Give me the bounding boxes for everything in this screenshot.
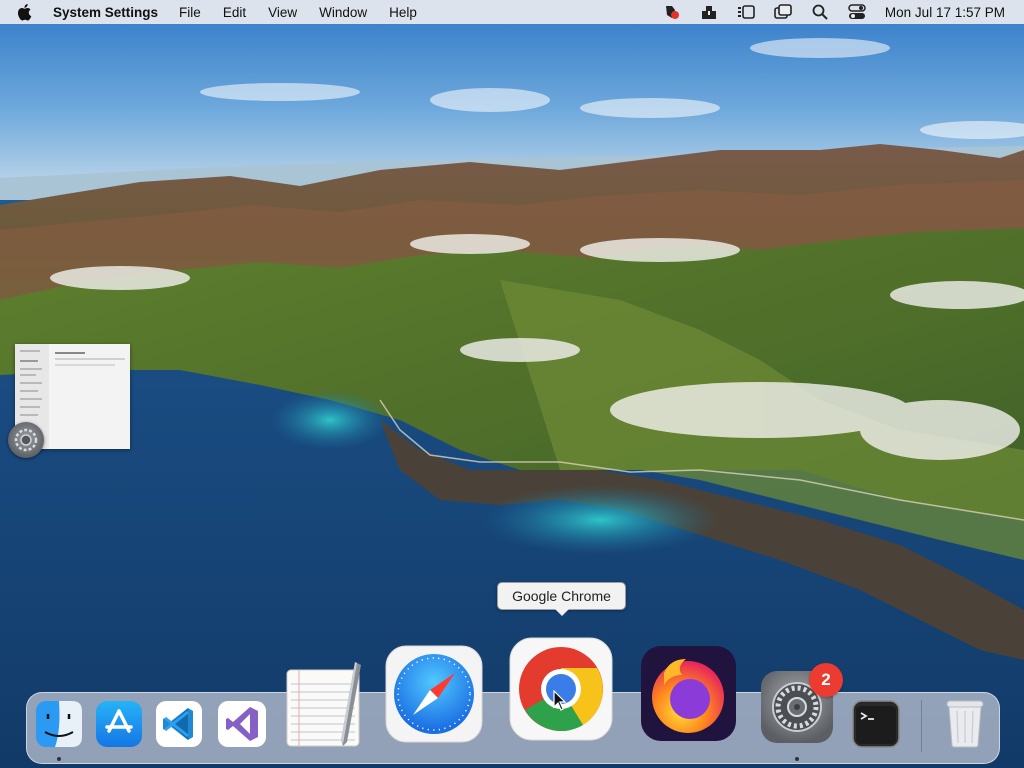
finder-running-indicator — [57, 757, 61, 761]
textedit-icon[interactable] — [285, 660, 363, 748]
system-settings-thumbnail-app-icon — [8, 422, 44, 458]
screen-record-icon[interactable] — [663, 3, 681, 21]
vscode-icon[interactable] — [155, 700, 203, 748]
menu-view[interactable]: View — [268, 5, 297, 20]
menu-file[interactable]: File — [179, 5, 201, 20]
menu-help[interactable]: Help — [389, 5, 417, 20]
safari-icon[interactable] — [385, 645, 483, 743]
trash-icon[interactable] — [943, 697, 987, 749]
chrome-icon[interactable] — [509, 637, 613, 741]
terminal-icon[interactable] — [852, 700, 900, 748]
menu-bar: System Settings File Edit View Window He… — [0, 0, 1024, 24]
stage-manager-icon[interactable] — [737, 3, 755, 21]
finder-icon[interactable] — [35, 700, 83, 748]
control-center-icon[interactable] — [848, 3, 866, 21]
visual-studio-icon[interactable] — [216, 700, 268, 748]
menu-window[interactable]: Window — [319, 5, 367, 20]
system-settings-running-indicator — [795, 757, 799, 761]
dropbox-icon[interactable] — [700, 3, 718, 21]
apple-menu-icon[interactable] — [17, 3, 35, 21]
screen-mirroring-icon[interactable] — [774, 3, 792, 21]
firefox-icon[interactable] — [640, 645, 737, 742]
dock-separator — [921, 700, 922, 752]
menu-edit[interactable]: Edit — [223, 5, 246, 20]
menu-bar-clock[interactable]: Mon Jul 17 1:57 PM — [885, 5, 1005, 20]
app-store-icon[interactable] — [95, 700, 143, 748]
spotlight-search-icon[interactable] — [811, 3, 829, 21]
notification-badge: 2 — [809, 663, 843, 697]
dock-tooltip: Google Chrome — [497, 582, 626, 616]
mouse-cursor-icon — [553, 689, 567, 717]
app-name-menu[interactable]: System Settings — [53, 5, 158, 20]
